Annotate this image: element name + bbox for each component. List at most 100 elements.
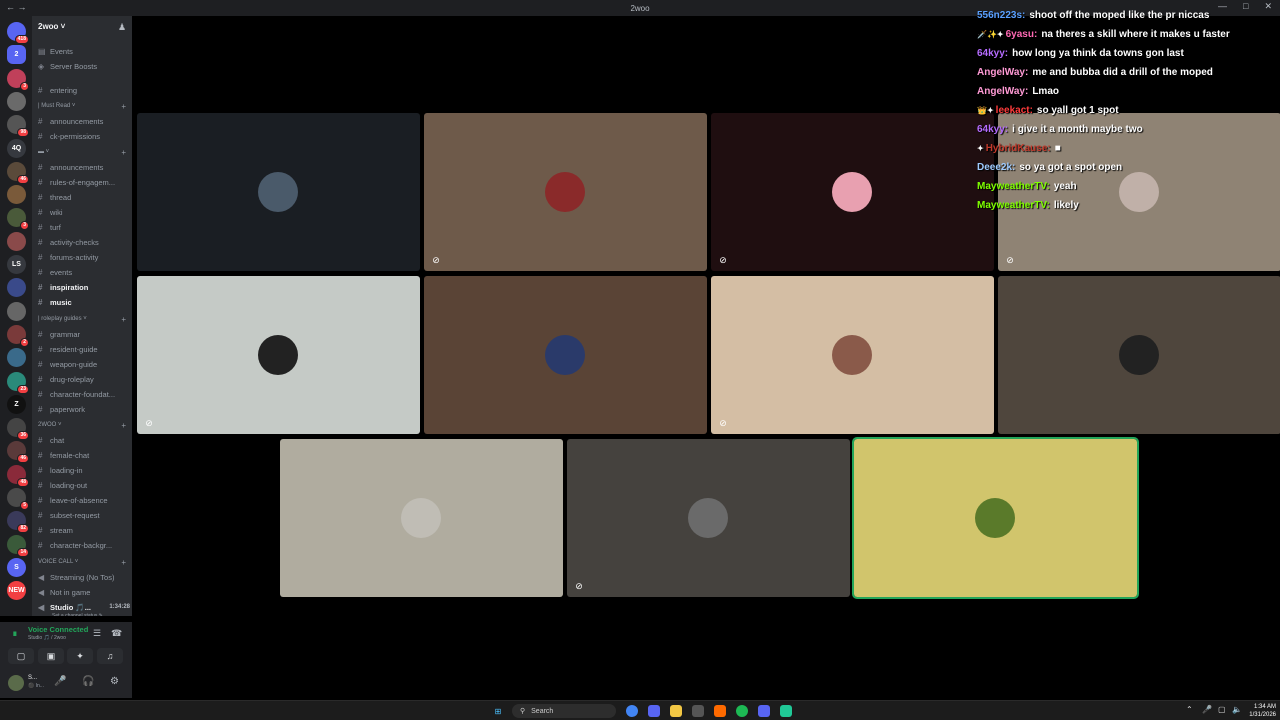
- channel-item[interactable]: # thread: [38, 190, 130, 204]
- video-tile[interactable]: ⊘: [424, 113, 707, 271]
- channel-item[interactable]: # announcements: [38, 160, 130, 174]
- chat-username[interactable]: 556n223s:: [977, 10, 1025, 21]
- server-icon[interactable]: [7, 91, 26, 111]
- video-tile[interactable]: [998, 276, 1280, 434]
- server-icon[interactable]: 14: [7, 534, 29, 557]
- app-icon[interactable]: [714, 705, 726, 717]
- channel-item[interactable]: # resident-guide: [38, 342, 130, 356]
- voice-channel[interactable]: ◀ Not in game: [38, 585, 130, 599]
- microphone-icon[interactable]: 🎤: [54, 676, 66, 687]
- category-header[interactable]: ▬ ˅ +: [38, 149, 126, 159]
- microphone-icon[interactable]: 🎤: [1202, 705, 1212, 714]
- chat-username[interactable]: 64kyy:: [977, 48, 1008, 59]
- add-channel-icon[interactable]: +: [121, 559, 126, 569]
- channel-item[interactable]: # drug-roleplay: [38, 372, 130, 386]
- app-icon[interactable]: [692, 705, 704, 717]
- channel-item[interactable]: # announcements: [38, 114, 130, 128]
- channel-item[interactable]: # character-backgr...: [38, 538, 130, 552]
- chat-username[interactable]: MayweatherTV:: [977, 200, 1050, 211]
- server-icon[interactable]: 2: [7, 324, 29, 347]
- sidebar-link[interactable]: ◈ Server Boosts: [38, 59, 130, 73]
- category-header[interactable]: 2WOO ˅ +: [38, 422, 126, 432]
- channel-item[interactable]: # activity-checks: [38, 235, 130, 249]
- channel-item[interactable]: # subset-request: [38, 508, 130, 522]
- windows-start-icon[interactable]: ⊞: [492, 705, 504, 717]
- server-icon[interactable]: S: [7, 557, 26, 577]
- channel-item[interactable]: # grammar: [38, 327, 130, 341]
- server-icon[interactable]: 46: [7, 161, 29, 184]
- server-icon[interactable]: 48: [7, 464, 29, 487]
- voice-channel[interactable]: ◀ Studio 🎵... 1:34:28: [38, 600, 130, 614]
- server-name[interactable]: 2woo ˅: [38, 22, 65, 31]
- channel-item[interactable]: # ck-permissions: [38, 129, 130, 143]
- channel-item[interactable]: # leave-of-absence: [38, 493, 130, 507]
- activities-button[interactable]: ✦: [67, 648, 93, 664]
- app-icon[interactable]: [780, 705, 792, 717]
- video-tile[interactable]: [852, 437, 1139, 599]
- avatar[interactable]: [8, 675, 24, 691]
- add-channel-icon[interactable]: +: [121, 316, 126, 326]
- voice-channel[interactable]: ◀ Streaming (No Tos): [38, 570, 130, 584]
- server-icon[interactable]: 36: [7, 418, 29, 441]
- server-icon[interactable]: Z: [7, 394, 26, 414]
- gear-icon[interactable]: ⚙: [110, 676, 119, 687]
- channel-item[interactable]: # paperwork: [38, 402, 130, 416]
- headphones-icon[interactable]: 🎧: [82, 676, 94, 687]
- server-icon[interactable]: 3: [7, 68, 29, 91]
- video-tile[interactable]: [280, 439, 563, 597]
- channel-item[interactable]: # forums-activity: [38, 250, 130, 264]
- chat-username[interactable]: 64kyy:: [977, 124, 1008, 135]
- channel-status[interactable]: Set a channel status ✎: [52, 613, 103, 616]
- chat-username[interactable]: MayweatherTV:: [977, 181, 1050, 192]
- video-tile[interactable]: ⊘: [711, 113, 994, 271]
- video-tile[interactable]: [137, 113, 420, 271]
- add-channel-icon[interactable]: +: [121, 103, 126, 113]
- file-explorer-icon[interactable]: [670, 705, 682, 717]
- chevron-up-icon[interactable]: ⌃: [1186, 705, 1193, 714]
- chat-username[interactable]: Deee2k:: [977, 162, 1015, 173]
- channel-item[interactable]: # music: [38, 295, 130, 309]
- server-icon[interactable]: 4Q: [7, 138, 26, 158]
- sidebar-link[interactable]: ▤ Events: [38, 44, 130, 58]
- screen-share-button[interactable]: ▣: [38, 648, 64, 664]
- channel-item[interactable]: # stream: [38, 523, 130, 537]
- server-icon[interactable]: [7, 348, 26, 368]
- video-tile[interactable]: ⊘: [711, 276, 994, 434]
- soundboard-button[interactable]: ♫: [97, 648, 123, 664]
- channel-item[interactable]: # entering: [38, 83, 130, 97]
- camera-button[interactable]: ▢: [8, 648, 34, 664]
- spotify-icon[interactable]: [736, 705, 748, 717]
- chat-username[interactable]: HybridKause:: [986, 143, 1051, 154]
- disconnect-icon[interactable]: ☎: [111, 628, 122, 639]
- chat-username[interactable]: 6yasu:: [1006, 29, 1038, 40]
- server-icon[interactable]: [7, 301, 26, 321]
- channel-item[interactable]: # loading-out: [38, 478, 130, 492]
- server-icon[interactable]: 46: [7, 441, 29, 464]
- channel-item[interactable]: # female-chat: [38, 448, 130, 462]
- channel-item[interactable]: # loading-in: [38, 463, 130, 477]
- channel-item[interactable]: # weapon-guide: [38, 357, 130, 371]
- chrome-icon[interactable]: [626, 705, 638, 717]
- channel-item[interactable]: # rules-of-engagem...: [38, 175, 130, 189]
- category-header[interactable]: | roleplay guides ˅ +: [38, 316, 126, 326]
- server-icon[interactable]: [7, 231, 26, 251]
- chat-username[interactable]: AngelWay:: [977, 86, 1028, 97]
- server-icon[interactable]: 82: [7, 511, 29, 534]
- video-tile[interactable]: [424, 276, 707, 434]
- add-channel-icon[interactable]: +: [121, 422, 126, 432]
- video-tile[interactable]: ⊘: [567, 439, 850, 597]
- chat-username[interactable]: leekact:: [996, 105, 1033, 116]
- chat-username[interactable]: AngelWay:: [977, 67, 1028, 78]
- server-icon[interactable]: [7, 278, 26, 298]
- server-icon[interactable]: 98: [7, 115, 29, 138]
- signal-icon[interactable]: ∎: [12, 628, 18, 639]
- server-icon[interactable]: NEW: [7, 581, 26, 601]
- channel-item[interactable]: # inspiration: [38, 280, 130, 294]
- channel-item[interactable]: # events: [38, 265, 130, 279]
- video-tile[interactable]: ⊘: [137, 276, 420, 434]
- server-icon[interactable]: 3: [7, 208, 29, 231]
- add-channel-icon[interactable]: +: [121, 149, 126, 159]
- channel-item[interactable]: # turf: [38, 220, 130, 234]
- server-icon[interactable]: 418: [7, 22, 29, 44]
- taskbar-search[interactable]: ⚲ Search: [512, 704, 616, 718]
